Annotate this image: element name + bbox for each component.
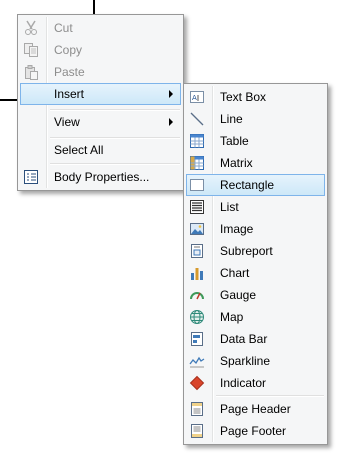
menu-item-paste: Paste	[20, 61, 181, 83]
gauge-icon	[189, 287, 205, 303]
submenu-item-table[interactable]: Table	[186, 130, 325, 152]
insert-submenu: A Text Box Line Table Matrix Rectangle L…	[183, 83, 328, 445]
submenu-item-page-footer-label: Page Footer	[220, 424, 287, 438]
submenu-item-text-box-label: Text Box	[220, 90, 267, 104]
context-menu: Cut Copy Paste Insert View Select All Bo…	[17, 14, 184, 191]
submenu-item-table-label: Table	[220, 134, 249, 148]
page-footer-icon	[189, 423, 205, 439]
menu-separator	[50, 163, 180, 165]
copy-icon	[23, 42, 39, 58]
menu-item-view[interactable]: View	[20, 111, 181, 133]
submenu-item-page-header[interactable]: Page Header	[186, 398, 325, 420]
submenu-item-page-header-label: Page Header	[220, 402, 291, 416]
menu-item-cut: Cut	[20, 17, 181, 39]
menu-item-insert-label: Insert	[54, 87, 85, 101]
submenu-item-matrix[interactable]: Matrix	[186, 152, 325, 174]
properties-icon	[23, 169, 39, 185]
menu-item-select-all-label: Select All	[54, 143, 104, 157]
menu-item-cut-label: Cut	[54, 21, 73, 35]
rectangle-icon	[189, 177, 205, 193]
table-icon	[189, 133, 205, 149]
submenu-arrow-icon	[169, 118, 173, 126]
submenu-item-line-label: Line	[220, 112, 243, 126]
submenu-item-gauge-label: Gauge	[220, 288, 257, 302]
submenu-item-indicator-label: Indicator	[220, 376, 267, 390]
submenu-item-rectangle-label: Rectangle	[220, 178, 275, 192]
bar-chart-icon	[189, 265, 205, 281]
submenu-item-sparkline-label: Sparkline	[220, 354, 271, 368]
subreport-icon	[189, 243, 205, 259]
submenu-item-map-label: Map	[220, 310, 244, 324]
image-icon	[189, 221, 205, 237]
menu-item-body-properties-label: Body Properties...	[54, 170, 150, 184]
submenu-item-gauge[interactable]: Gauge	[186, 284, 325, 306]
submenu-item-chart-label: Chart	[220, 266, 250, 280]
list-icon	[189, 199, 205, 215]
menu-item-copy-label: Copy	[54, 43, 83, 57]
svg-text:A: A	[192, 94, 197, 102]
menu-item-copy: Copy	[20, 39, 181, 61]
submenu-item-data-bar-label: Data Bar	[220, 332, 268, 346]
submenu-item-image[interactable]: Image	[186, 218, 325, 240]
submenu-item-line[interactable]: Line	[186, 108, 325, 130]
paste-icon	[23, 64, 39, 80]
submenu-item-text-box[interactable]: A Text Box	[186, 86, 325, 108]
indicator-icon	[189, 375, 205, 391]
sparkline-icon	[189, 353, 205, 369]
text-box-icon: A	[189, 89, 205, 105]
submenu-item-map[interactable]: Map	[186, 306, 325, 328]
submenu-arrow-icon	[169, 90, 173, 98]
submenu-item-image-label: Image	[220, 222, 254, 236]
page-header-icon	[189, 401, 205, 417]
submenu-item-list-label: List	[220, 200, 239, 214]
submenu-item-subreport[interactable]: Subreport	[186, 240, 325, 262]
menu-item-insert[interactable]: Insert	[20, 83, 181, 105]
submenu-item-page-footer[interactable]: Page Footer	[186, 420, 325, 442]
line-icon	[189, 111, 205, 127]
menu-item-view-label: View	[54, 115, 80, 129]
submenu-item-chart[interactable]: Chart	[186, 262, 325, 284]
menu-item-body-properties[interactable]: Body Properties...	[20, 166, 181, 188]
submenu-item-matrix-label: Matrix	[220, 156, 253, 170]
submenu-item-subreport-label: Subreport	[220, 244, 273, 258]
globe-icon	[189, 309, 205, 325]
submenu-item-indicator[interactable]: Indicator	[186, 372, 325, 394]
submenu-item-data-bar[interactable]: Data Bar	[186, 328, 325, 350]
submenu-item-sparkline[interactable]: Sparkline	[186, 350, 325, 372]
menu-separator	[216, 395, 324, 397]
scissors-icon	[23, 20, 39, 36]
submenu-item-rectangle[interactable]: Rectangle	[186, 174, 325, 196]
data-bar-icon	[189, 331, 205, 347]
submenu-item-list[interactable]: List	[186, 196, 325, 218]
matrix-icon	[189, 155, 205, 171]
menu-item-select-all[interactable]: Select All	[20, 139, 181, 161]
menu-item-paste-label: Paste	[54, 65, 85, 79]
